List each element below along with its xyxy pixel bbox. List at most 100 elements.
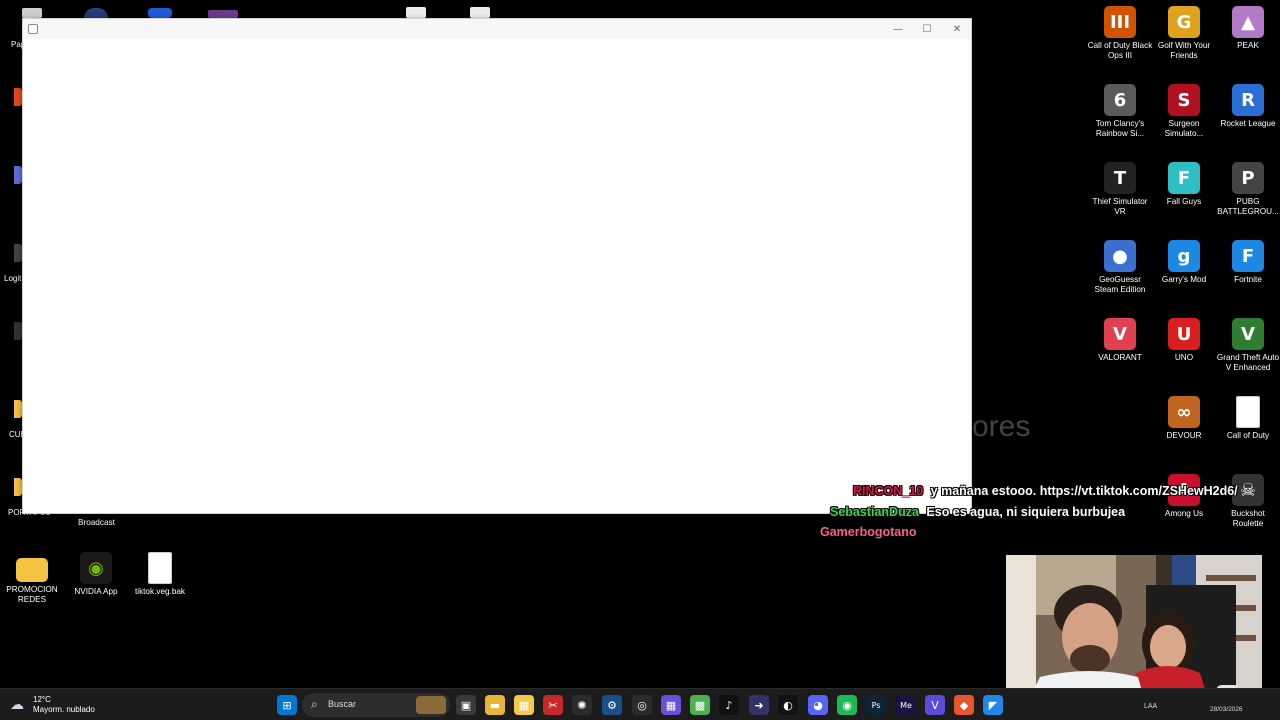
desktop-icon[interactable]: tiktok.veg.bak: [127, 552, 193, 597]
spotify-icon[interactable]: ◉: [837, 695, 857, 715]
partial-icon[interactable]: [84, 8, 108, 18]
microsoft-store-icon[interactable]: ▦: [514, 695, 534, 715]
partial-icon[interactable]: [406, 7, 426, 18]
desktop-icon[interactable]: ∞ DEVOUR: [1151, 396, 1217, 441]
desktop-icon-label: tiktok.veg.bak: [134, 587, 186, 596]
taskbar: ☁ 12°C Mayorm. nublado ⊞ ▣ ▬ ▦ ✂ ✺ ⚙ ◎ ▦ ▩ ♪ ➜ ◐ ◕ ◉ Ps…: [0, 688, 1280, 720]
desktop-icon[interactable]: III Call of Duty Black Ops III: [1087, 6, 1153, 61]
vscode-icon[interactable]: ◤: [983, 695, 1003, 715]
desktop-icon-label: PEAK: [1237, 41, 1259, 50]
desktop-icon[interactable]: ☠ Buckshot Roulette: [1215, 474, 1280, 529]
task-view-icon[interactable]: ▣: [456, 695, 476, 715]
background-text: ores: [972, 410, 1031, 443]
desktop-icon[interactable]: Call of Duty: [1215, 396, 1280, 441]
app-window[interactable]: — ☐ ✕: [22, 18, 972, 514]
desktop-icon-label: DEVOUR: [1166, 431, 1202, 440]
desktop-icon-label: Thief Simulator VR: [1092, 197, 1148, 216]
partial-icon[interactable]: [470, 7, 490, 18]
window-titlebar[interactable]: — ☐ ✕: [23, 19, 971, 39]
desktop-icon-label: Fall Guys: [1166, 197, 1202, 206]
desktop-icon[interactable]: F Fortnite: [1215, 240, 1280, 285]
partial-icon[interactable]: [14, 400, 22, 418]
weather-temp: 12°C: [33, 695, 51, 704]
file-icon: [1236, 396, 1260, 428]
chat-message: RINCON_10 y mañana estooo. https://vt.ti…: [853, 484, 1238, 498]
folder-icon: [16, 558, 48, 582]
desktop-icon[interactable]: g Garry's Mod: [1151, 240, 1217, 285]
desktop-icon-label: Tom Clancy's Rainbow Si...: [1095, 119, 1145, 138]
fortnite-icon: F: [1232, 240, 1264, 272]
desktop-icon[interactable]: 6 Tom Clancy's Rainbow Si...: [1087, 84, 1153, 139]
chatgpt-icon[interactable]: ✺: [572, 695, 592, 715]
file-icon: [148, 552, 172, 584]
minimize-button[interactable]: —: [883, 19, 913, 39]
desktop-icon[interactable]: F Fall Guys: [1151, 162, 1217, 207]
desktop-icon[interactable]: S Surgeon Simulato...: [1151, 84, 1217, 139]
brave-icon[interactable]: ◆: [954, 695, 974, 715]
desktop-icon-label: NVIDIA App: [74, 587, 118, 596]
golf-icon: G: [1168, 6, 1200, 38]
devour-icon: ∞: [1168, 396, 1200, 428]
steam-icon[interactable]: ⚙: [602, 695, 622, 715]
app-arrow-icon[interactable]: ➜: [749, 695, 769, 715]
media-encoder-icon[interactable]: Me: [896, 695, 916, 715]
search-label: Buscar: [328, 699, 357, 709]
desktop-icon-label: Rocket League: [1220, 119, 1276, 128]
desktop-icon-label: GeoGuessr Steam Edition: [1094, 275, 1146, 294]
start-icon[interactable]: ⊞: [277, 695, 297, 715]
vegas-icon[interactable]: V: [925, 695, 945, 715]
peak-icon: ▲: [1232, 6, 1264, 38]
valorant-icon: V: [1104, 318, 1136, 350]
garrys-mod-icon: g: [1168, 240, 1200, 272]
capcut-icon[interactable]: ◐: [778, 695, 798, 715]
desktop-icon[interactable]: T Thief Simulator VR: [1087, 162, 1153, 217]
file-explorer-icon[interactable]: ▬: [485, 695, 505, 715]
desktop-icon-label: PUBG BATTLEGROU...: [1217, 197, 1279, 216]
partial-icon[interactable]: [14, 322, 22, 340]
minecraft-icon[interactable]: ▩: [690, 695, 710, 715]
desktop-icon-label: PROMOCION REDES: [6, 585, 58, 604]
desktop-icon[interactable]: R Rocket League: [1215, 84, 1280, 129]
weather-desc: Mayorm. nublado: [33, 705, 95, 714]
desktop-icon-label: Among Us: [1164, 509, 1204, 518]
desktop-icon[interactable]: G Golf With Your Friends: [1151, 6, 1217, 61]
desktop-icon-label: Garry's Mod: [1161, 275, 1207, 284]
photoshop-icon[interactable]: Ps: [866, 695, 886, 715]
desktop-icon-label: Buckshot Roulette: [1231, 509, 1265, 528]
desktop-icon[interactable]: V VALORANT: [1087, 318, 1153, 363]
desktop-icon-label: Fortnite: [1234, 275, 1262, 284]
chrome-icon[interactable]: ◎: [632, 695, 652, 715]
thief-icon: T: [1104, 162, 1136, 194]
rocket-league-icon: R: [1232, 84, 1264, 116]
clock-date[interactable]: 28/03/2026: [1210, 706, 1243, 713]
grid-app-icon[interactable]: ▦: [661, 695, 681, 715]
desktop-icon[interactable]: ▲ PEAK: [1215, 6, 1280, 51]
partial-icon[interactable]: [14, 88, 22, 106]
search-icon: ⌕: [311, 697, 318, 711]
desktop-icon[interactable]: P PUBG BATTLEGROU...: [1215, 162, 1280, 217]
desktop-icon-label: Grand Theft Auto V Enhanced: [1216, 353, 1280, 372]
partial-icon[interactable]: [208, 10, 238, 18]
partial-icon[interactable]: [22, 8, 42, 18]
desktop-icon[interactable]: V Grand Theft Auto V Enhanced: [1215, 318, 1280, 373]
snipping-tool-icon[interactable]: ✂: [543, 695, 563, 715]
desktop-icon-label: Call of Duty Black Ops III: [1087, 41, 1153, 60]
chat-text: Eso es agua, ni siquiera burbujea: [926, 505, 1126, 519]
discord-icon[interactable]: ◕: [808, 695, 828, 715]
maximize-button[interactable]: ☐: [912, 19, 942, 39]
desktop-icon[interactable]: ● GeoGuessr Steam Edition: [1087, 240, 1153, 295]
desktop-icon[interactable]: PROMOCION REDES: [0, 552, 65, 605]
partial-icon[interactable]: [148, 8, 172, 18]
partial-icon[interactable]: [14, 478, 22, 496]
partial-icon[interactable]: [14, 244, 22, 262]
desktop-icon[interactable]: ◉ NVIDIA App: [63, 552, 129, 597]
search-box[interactable]: ⌕ Buscar: [302, 693, 450, 717]
window-content[interactable]: [23, 39, 971, 513]
language-indicator[interactable]: LAA: [1144, 703, 1157, 710]
geoguessr-icon: ●: [1104, 240, 1136, 272]
partial-icon[interactable]: [14, 166, 22, 184]
tiktok-icon[interactable]: ♪: [719, 695, 739, 715]
close-button[interactable]: ✕: [942, 19, 972, 39]
desktop-icon[interactable]: U UNO: [1151, 318, 1217, 363]
nvidia-icon: ◉: [80, 552, 112, 584]
